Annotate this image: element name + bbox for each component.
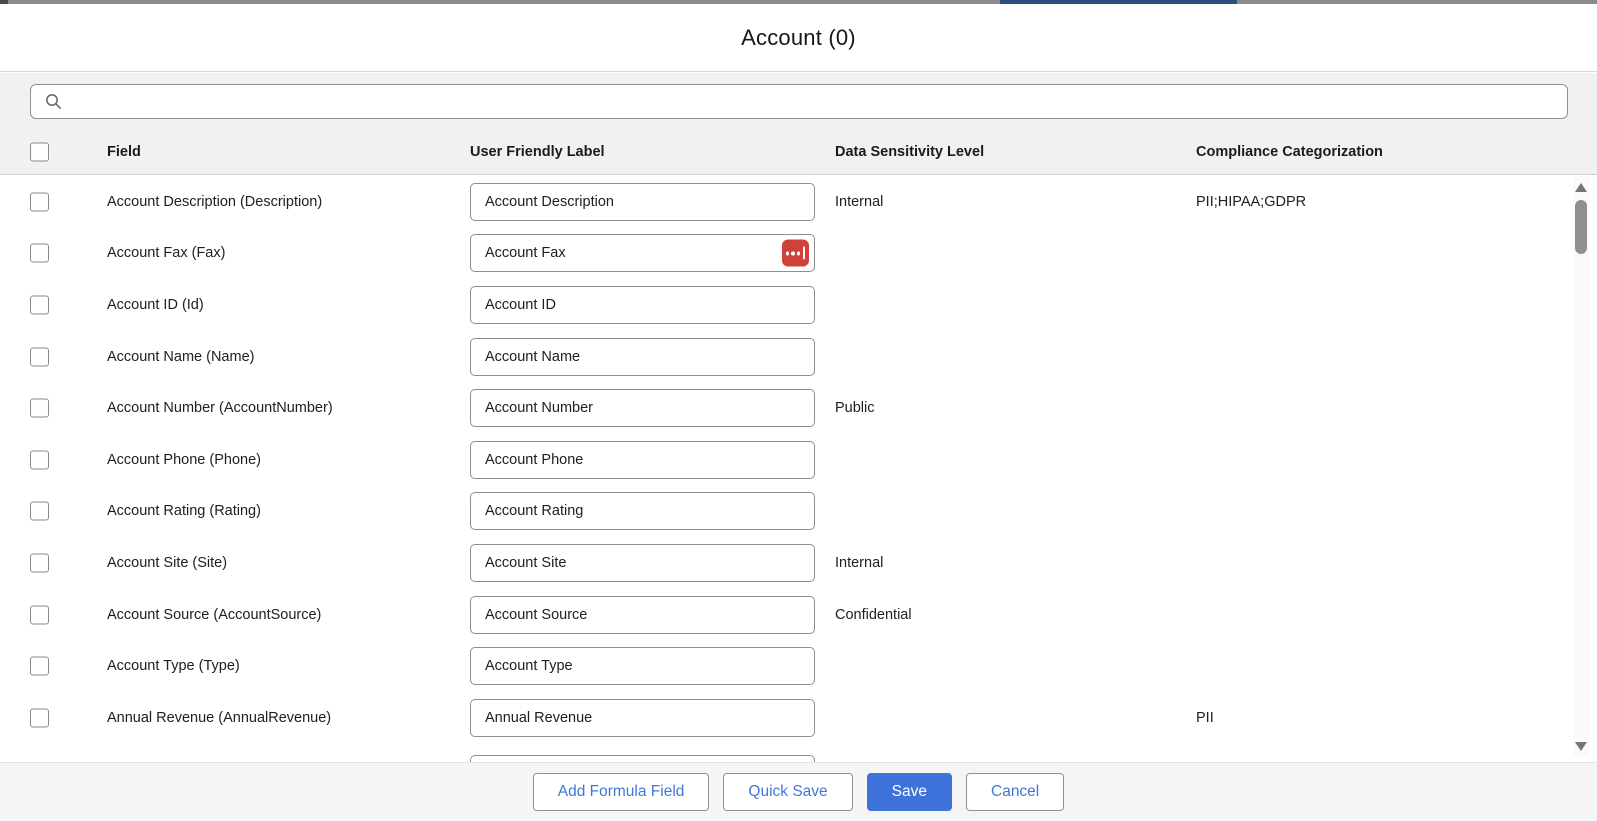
table-row: Account Name (Name) xyxy=(0,331,1597,383)
add-formula-field-button[interactable]: Add Formula Field xyxy=(533,773,710,811)
field-name-text: Annual Revenue (AnnualRevenue) xyxy=(107,710,331,726)
row-checkbox[interactable] xyxy=(30,708,49,727)
table-row: Account Phone (Phone) xyxy=(0,434,1597,486)
user-friendly-label-input[interactable] xyxy=(470,544,815,582)
column-header-user-friendly-label: User Friendly Label xyxy=(470,144,605,160)
row-checkbox[interactable] xyxy=(30,605,49,624)
field-name-text: Account Source (AccountSource) xyxy=(107,607,321,623)
title-bar: Account (0) xyxy=(0,4,1597,72)
compliance-categorization-value: PII;HIPAA;GDPR xyxy=(1196,194,1306,210)
table-body: Account Description (Description) Intern… xyxy=(0,176,1597,762)
password-manager-extension-icon[interactable] xyxy=(782,240,809,267)
user-friendly-label-input[interactable] xyxy=(470,647,815,685)
search-box[interactable] xyxy=(30,84,1568,119)
scrollbar-down-arrow[interactable] xyxy=(1575,742,1587,752)
label-input-wrap xyxy=(470,234,815,272)
field-name-text: Account Number (AccountNumber) xyxy=(107,400,333,416)
field-name-text: Account Name (Name) xyxy=(107,349,254,365)
compliance-categorization-value: PII xyxy=(1196,710,1214,726)
label-input-wrap xyxy=(470,544,815,582)
data-sensitivity-value: Public xyxy=(835,400,875,416)
label-input-wrap xyxy=(470,389,815,427)
field-name-text: Account ID (Id) xyxy=(107,297,204,313)
data-sensitivity-value: Confidential xyxy=(835,607,912,623)
user-friendly-label-input[interactable] xyxy=(470,596,815,634)
column-header-compliance-categorization: Compliance Categorization xyxy=(1196,144,1383,160)
scrollbar-thumb[interactable] xyxy=(1575,200,1587,254)
table-row-partial xyxy=(0,744,1597,762)
field-name-text: Account Type (Type) xyxy=(107,658,240,674)
column-header-data-sensitivity-level: Data Sensitivity Level xyxy=(835,144,984,160)
save-button[interactable]: Save xyxy=(867,773,952,811)
scrollbar-up-arrow[interactable] xyxy=(1575,183,1587,193)
table-row: Account Source (AccountSource) Confident… xyxy=(0,589,1597,641)
row-checkbox[interactable] xyxy=(30,450,49,469)
field-name-text: Account Phone (Phone) xyxy=(107,452,261,468)
table-rows: Account Description (Description) Intern… xyxy=(0,176,1597,744)
row-checkbox[interactable] xyxy=(30,553,49,572)
cancel-button[interactable]: Cancel xyxy=(966,773,1064,811)
vertical-scrollbar[interactable] xyxy=(1573,176,1589,757)
label-input-wrap xyxy=(470,755,815,762)
user-friendly-label-input[interactable] xyxy=(470,699,815,737)
page-title: Account (0) xyxy=(741,25,856,51)
label-input-wrap xyxy=(470,647,815,685)
user-friendly-label-input[interactable] xyxy=(470,755,815,762)
user-friendly-label-input[interactable] xyxy=(470,389,815,427)
row-checkbox[interactable] xyxy=(30,295,49,314)
table-row: Account Type (Type) xyxy=(0,640,1597,692)
row-checkbox[interactable] xyxy=(30,502,49,521)
table-row: Account Fax (Fax) xyxy=(0,228,1597,280)
field-name-text: Account Site (Site) xyxy=(107,555,227,571)
app-frame: Account (0) Field User Friendly Label Da… xyxy=(0,0,1597,821)
user-friendly-label-input[interactable] xyxy=(470,338,815,376)
table-row: Account Site (Site) Internal xyxy=(0,537,1597,589)
label-input-wrap xyxy=(470,492,815,530)
user-friendly-label-input[interactable] xyxy=(470,492,815,530)
label-input-wrap xyxy=(470,441,815,479)
table-row: Annual Revenue (AnnualRevenue) PII xyxy=(0,692,1597,744)
quick-save-button[interactable]: Quick Save xyxy=(723,773,852,811)
table-row: Account ID (Id) xyxy=(0,279,1597,331)
footer-action-bar: Add Formula Field Quick Save Save Cancel xyxy=(0,762,1597,821)
user-friendly-label-input[interactable] xyxy=(470,234,815,272)
label-input-wrap xyxy=(470,699,815,737)
toolbar: Field User Friendly Label Data Sensitivi… xyxy=(0,73,1597,175)
column-header-field: Field xyxy=(107,144,141,160)
search-icon xyxy=(45,93,62,110)
row-checkbox[interactable] xyxy=(30,347,49,366)
search-input[interactable] xyxy=(62,85,1557,118)
table-row: Account Description (Description) Intern… xyxy=(0,176,1597,228)
field-name-text: Account Description (Description) xyxy=(107,194,322,210)
field-name-text: Account Rating (Rating) xyxy=(107,503,261,519)
row-checkbox[interactable] xyxy=(30,192,49,211)
table-row: Account Rating (Rating) xyxy=(0,486,1597,538)
label-input-wrap xyxy=(470,286,815,324)
select-all-checkbox[interactable] xyxy=(30,143,49,162)
user-friendly-label-input[interactable] xyxy=(470,441,815,479)
user-friendly-label-input[interactable] xyxy=(470,183,815,221)
row-checkbox[interactable] xyxy=(30,244,49,263)
data-sensitivity-value: Internal xyxy=(835,194,883,210)
row-checkbox[interactable] xyxy=(30,657,49,676)
data-sensitivity-value: Internal xyxy=(835,555,883,571)
label-input-wrap xyxy=(470,338,815,376)
label-input-wrap xyxy=(470,183,815,221)
row-checkbox[interactable] xyxy=(30,399,49,418)
label-input-wrap xyxy=(470,596,815,634)
table-row: Account Number (AccountNumber) Public xyxy=(0,382,1597,434)
field-name-text: Account Fax (Fax) xyxy=(107,245,225,261)
user-friendly-label-input[interactable] xyxy=(470,286,815,324)
table-header-row: Field User Friendly Label Data Sensitivi… xyxy=(0,129,1597,175)
